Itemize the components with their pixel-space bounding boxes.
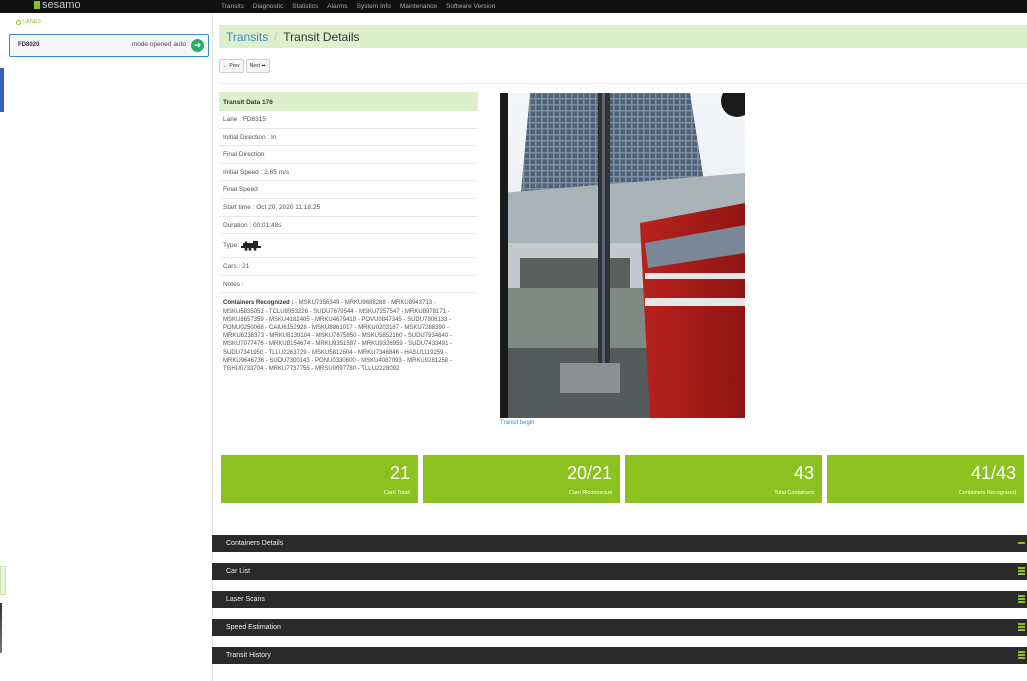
- duration-row: Duration : 00:01:48s: [219, 217, 478, 235]
- brand-mark-icon: [34, 0, 40, 9]
- nav-software-version[interactable]: Software Version: [446, 3, 495, 10]
- expand-menu-icon[interactable]: [1018, 595, 1025, 603]
- section-title: Car List: [226, 568, 251, 575]
- initial-direction-row: Initial Direction : In: [219, 129, 478, 147]
- expand-menu-icon[interactable]: [1018, 567, 1025, 575]
- stat-label: Containers Recognized: [958, 490, 1016, 496]
- main-nav: Transits Diagnostic Statistics Alarms Sy…: [221, 0, 495, 13]
- breadcrumb-transits[interactable]: Transits: [226, 30, 268, 44]
- lane-status-ok-icon: ➜: [191, 39, 204, 52]
- stat-total-containers: 43 Total Containers: [625, 455, 822, 503]
- page-title: Transit Details: [283, 29, 360, 44]
- lane-card[interactable]: FD8020 mode opened auto ➜: [9, 34, 209, 57]
- lanes-sidebar: LANES FD8020 mode opened auto ➜: [0, 13, 213, 681]
- final-direction-row: Final Direction: [219, 146, 478, 164]
- breadcrumb-separator: /: [274, 30, 278, 43]
- stat-value: 21: [389, 463, 410, 483]
- breadcrumb: Transits / Transit Details: [219, 25, 1027, 48]
- type-label: Type:: [223, 241, 239, 249]
- type-row: Type:: [219, 234, 478, 259]
- lane-mode: mode opened auto: [131, 41, 186, 48]
- expand-menu-icon[interactable]: [1018, 623, 1025, 631]
- next-button[interactable]: Next ➡: [245, 59, 270, 73]
- photo-caption[interactable]: Transit begin: [500, 420, 534, 426]
- section-containers-details[interactable]: Containers Details: [212, 535, 1027, 552]
- locomotive-icon: [240, 240, 261, 251]
- lane-row: Lane : FD8315: [219, 111, 478, 129]
- transit-pager: ← Prev Next ➡: [219, 59, 270, 73]
- start-time-row: Start time : Oct 20, 2020 11:18:25: [219, 199, 478, 217]
- lanes-header: LANES: [16, 19, 41, 25]
- nav-diagnostic[interactable]: Diagnostic: [253, 3, 283, 10]
- containers-label: Containers Recognized :: [223, 300, 294, 307]
- stat-value: 41/43: [970, 463, 1016, 483]
- containers-recognized: Containers Recognized : - MSKU7356349 - …: [219, 293, 478, 373]
- stat-label: Carri Riconosciuti: [568, 490, 612, 496]
- stat-recognized-cars: 20/21 Carri Riconosciuti: [423, 455, 620, 503]
- stat-label: Total Containers: [774, 490, 814, 496]
- transit-data-title: Transit Data 176: [219, 92, 478, 111]
- stat-value: 43: [793, 463, 814, 483]
- stat-total-cars: 21 Carri Totali: [221, 455, 418, 503]
- transit-details-panel: Transit Data 176 Lane : FD8315 Initial D…: [219, 92, 478, 373]
- lane-name: FD8020: [18, 42, 40, 48]
- stat-value: 20/21: [566, 463, 612, 483]
- sidebar-accent: [0, 68, 4, 112]
- sidebar-image-edge: [0, 603, 2, 653]
- nav-alarms[interactable]: Alarms: [327, 3, 347, 10]
- nav-transits[interactable]: Transits: [221, 3, 244, 10]
- section-title: Transit History: [226, 652, 271, 659]
- section-title: Speed Estimation: [226, 624, 281, 631]
- nav-statistics[interactable]: Statistics: [292, 3, 318, 10]
- section-title: Laser Scans: [226, 596, 265, 603]
- nav-maintenance[interactable]: Maintenance: [400, 3, 437, 10]
- section-title: Containers Details: [226, 540, 284, 547]
- top-navbar: sesamo Transits Diagnostic Statistics Al…: [0, 0, 1027, 13]
- final-speed-row: Final Speed: [219, 181, 478, 199]
- transit-photo-image: [500, 93, 745, 418]
- nav-system-info[interactable]: System Info: [356, 3, 390, 10]
- lanes-label: LANES: [23, 19, 42, 25]
- expand-menu-icon[interactable]: [1018, 651, 1025, 659]
- section-laser-scans[interactable]: Laser Scans: [212, 591, 1027, 608]
- collapse-icon[interactable]: [1018, 542, 1025, 544]
- brand-logo[interactable]: sesamo: [34, 0, 81, 11]
- refresh-icon[interactable]: [16, 19, 21, 25]
- stat-containers-recognized: 41/43 Containers Recognized: [827, 455, 1024, 503]
- section-transit-history[interactable]: Transit History: [212, 647, 1027, 664]
- divider: [219, 83, 1027, 84]
- section-car-list[interactable]: Car List: [212, 563, 1027, 580]
- transit-photo[interactable]: [500, 93, 745, 418]
- cars-row: Cars : 21: [219, 258, 478, 276]
- initial-speed-row: Initial Speed : 2,65 m/s: [219, 164, 478, 182]
- notes-row: Notes :: [219, 276, 478, 294]
- stat-label: Carri Totali: [383, 490, 410, 496]
- containers-list: - MSKU7356349 - MRKU9688288 - MRKU894371…: [223, 300, 453, 372]
- section-speed-estimation[interactable]: Speed Estimation: [212, 619, 1027, 636]
- brand-name: sesamo: [42, 0, 81, 11]
- sidebar-panel-edge: [0, 566, 6, 595]
- prev-button[interactable]: ← Prev: [219, 59, 244, 73]
